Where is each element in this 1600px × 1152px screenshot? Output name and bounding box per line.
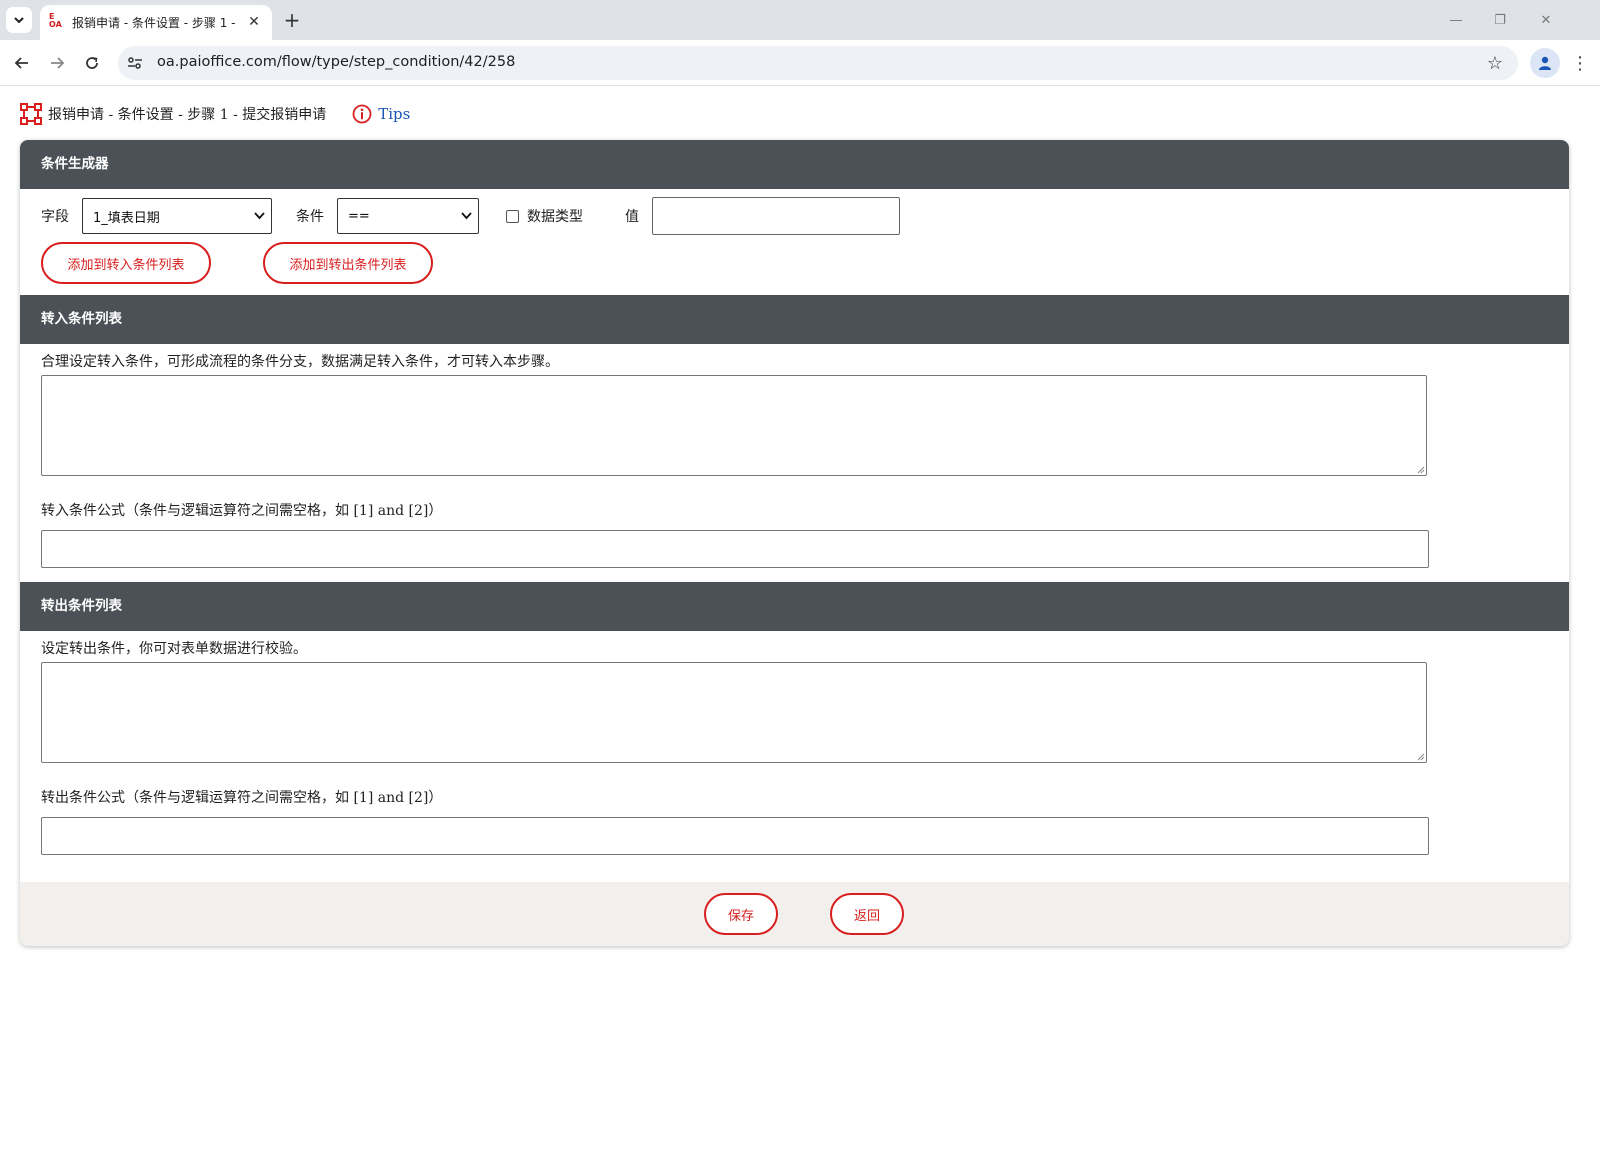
active-tab[interactable]: E OA 报销申请 - 条件设置 - 步骤 1 - ✕ (40, 5, 272, 40)
datatype-checkbox[interactable] (506, 209, 519, 223)
oa-favicon-icon: E OA (49, 12, 62, 29)
window-close-icon[interactable]: ✕ (1534, 10, 1558, 30)
in-formula-label: 转入条件公式（条件与逻辑运算符之间需空格，如 [1] and [2]） (41, 503, 443, 519)
profile-avatar-icon[interactable] (1530, 48, 1560, 78)
condition-builder-row: 字段 1_填表日期 条件 == 数据类型 值 (41, 197, 900, 235)
field-label: 字段 (41, 209, 69, 225)
tab-search-button[interactable] (6, 7, 32, 33)
page-title: 报销申请 - 条件设置 - 步骤 1 - 提交报销申请 (48, 107, 327, 123)
reload-icon[interactable] (78, 49, 106, 77)
back-button[interactable]: 返回 (830, 893, 904, 935)
out-formula-input[interactable] (41, 817, 1429, 855)
tips-link[interactable]: Tips (352, 104, 410, 124)
back-arrow-icon[interactable] (8, 49, 36, 77)
field-select[interactable]: 1_填表日期 (82, 198, 272, 234)
condition-label: 条件 (296, 209, 324, 225)
out-help-text: 设定转出条件，你可对表单数据进行校验。 (41, 641, 307, 657)
site-settings-icon[interactable] (126, 54, 144, 72)
page-header: 报销申请 - 条件设置 - 步骤 1 - 提交报销申请 Tips (20, 102, 410, 126)
condition-select-value: == (348, 208, 370, 224)
resize-grip-icon[interactable] (1415, 464, 1425, 474)
url-text: oa.paioffice.com/flow/type/step_conditio… (157, 54, 516, 70)
value-input[interactable] (652, 197, 900, 235)
value-label: 值 (625, 209, 639, 225)
condition-select[interactable]: == (337, 198, 479, 234)
add-to-in-list-button[interactable]: 添加到转入条件列表 (41, 242, 211, 284)
browser-menu-icon[interactable]: ⋮ (1568, 49, 1592, 77)
condition-settings-panel: 条件生成器 字段 1_填表日期 条件 == 数据类型 值 添加到转入条件列表 添… (20, 140, 1569, 946)
chevron-down-icon (14, 17, 24, 24)
in-conditions-textarea[interactable] (41, 375, 1427, 476)
new-tab-plus-icon[interactable]: + (280, 8, 304, 32)
forward-arrow-icon[interactable] (43, 49, 71, 77)
info-circle-icon (352, 104, 372, 124)
builder-section-header: 条件生成器 (20, 140, 1569, 189)
datatype-label: 数据类型 (527, 209, 583, 225)
resize-grip-icon[interactable] (1415, 751, 1425, 761)
tab-title: 报销申请 - 条件设置 - 步骤 1 - (72, 16, 236, 30)
field-select-value: 1_填表日期 (93, 210, 160, 226)
flow-step-icon (20, 103, 42, 125)
tips-label: Tips (378, 105, 411, 123)
form-footer: 保存 返回 (20, 882, 1569, 946)
browser-toolbar: oa.paioffice.com/flow/type/step_conditio… (0, 40, 1600, 86)
chevron-down-icon (254, 212, 265, 220)
in-formula-input[interactable] (41, 530, 1429, 568)
minimize-icon[interactable]: — (1444, 10, 1468, 30)
close-tab-icon[interactable]: ✕ (244, 12, 264, 32)
browser-tab-bar: E OA 报销申请 - 条件设置 - 步骤 1 - ✕ + — ❐ ✕ (0, 0, 1600, 40)
out-formula-label: 转出条件公式（条件与逻辑运算符之间需空格，如 [1] and [2]） (41, 790, 443, 806)
out-conditions-textarea[interactable] (41, 662, 1427, 763)
address-bar[interactable]: oa.paioffice.com/flow/type/step_conditio… (118, 46, 1518, 80)
save-button[interactable]: 保存 (704, 893, 778, 935)
in-help-text: 合理设定转入条件，可形成流程的条件分支，数据满足转入条件，才可转入本步骤。 (41, 354, 559, 370)
add-to-out-list-button[interactable]: 添加到转出条件列表 (263, 242, 433, 284)
in-section-header: 转入条件列表 (20, 295, 1569, 344)
chevron-down-icon (461, 212, 472, 220)
restore-icon[interactable]: ❐ (1488, 10, 1512, 30)
out-section-header: 转出条件列表 (20, 582, 1569, 631)
bookmark-star-icon[interactable]: ☆ (1484, 52, 1506, 74)
